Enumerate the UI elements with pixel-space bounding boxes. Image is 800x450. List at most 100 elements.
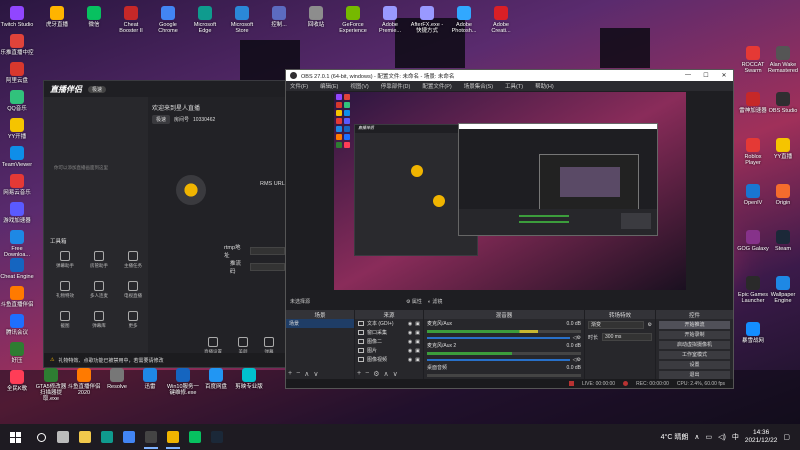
desktop-icon[interactable]: OBS Studio bbox=[766, 92, 800, 114]
visibility-icon[interactable]: ◉ bbox=[408, 357, 412, 363]
rtmp-field[interactable] bbox=[249, 247, 285, 255]
desktop-icon[interactable]: 迅雷 bbox=[133, 368, 167, 390]
desktop-icon[interactable]: 回收站 bbox=[299, 6, 333, 28]
duration-input[interactable]: 300 ms bbox=[602, 333, 652, 341]
up-icon[interactable]: ∧ bbox=[383, 370, 388, 378]
desktop-icon[interactable]: 腾讯会议 bbox=[0, 314, 34, 336]
menu-item[interactable]: 停靠部件(D) bbox=[381, 82, 411, 90]
desktop-icon[interactable]: 微信 bbox=[77, 6, 111, 28]
desktop-icon[interactable]: AfterFX.exe - 快捷方式 bbox=[410, 6, 444, 34]
tool-button[interactable]: 主播任务 bbox=[118, 251, 148, 269]
source-item[interactable]: 图像视频 ◉ ▣ bbox=[355, 355, 423, 364]
desktop-icon[interactable]: Steam bbox=[766, 230, 800, 252]
desktop-icon[interactable]: 游戏加速器 bbox=[0, 202, 34, 224]
ime-label[interactable]: 中 bbox=[732, 432, 739, 442]
desktop-icon[interactable]: Win10服务一键维修.exe bbox=[166, 368, 200, 396]
desktop-icon[interactable]: Free Downloa... bbox=[0, 230, 34, 258]
desktop-icon[interactable]: Adobe Photosh... bbox=[447, 6, 481, 34]
desktop-icon[interactable]: 百度网盘 bbox=[199, 368, 233, 390]
down-icon[interactable]: ∨ bbox=[393, 370, 398, 378]
tool-button[interactable]: 更多 bbox=[118, 311, 148, 329]
control-button[interactable]: 退出 bbox=[659, 371, 730, 379]
desktop-icon[interactable]: Origin bbox=[766, 184, 800, 206]
remove-icon[interactable]: − bbox=[365, 370, 369, 378]
up-icon[interactable]: ∧ bbox=[304, 370, 309, 378]
visibility-icon[interactable]: ◉ bbox=[408, 330, 412, 336]
weather-text[interactable]: 4°C 晴朗 bbox=[661, 432, 689, 442]
desktop-icon[interactable]: 雷神加速器 bbox=[736, 92, 770, 114]
desktop-icon[interactable]: Resolve bbox=[100, 368, 134, 390]
volume-icon[interactable]: ◁) bbox=[718, 433, 726, 441]
menu-item[interactable]: 文件(F) bbox=[290, 82, 308, 90]
clock[interactable]: 14:36 2021/12/22 bbox=[745, 429, 778, 445]
desktop-icon[interactable]: 阿里云盘 bbox=[0, 62, 34, 84]
volume-slider[interactable] bbox=[427, 359, 570, 361]
desktop-icon[interactable]: ROCCAT Swarm bbox=[736, 46, 770, 74]
remove-icon[interactable]: − bbox=[296, 370, 300, 378]
desktop-icon[interactable]: YY直播 bbox=[766, 138, 800, 160]
menu-item[interactable]: 配置文件(P) bbox=[422, 82, 451, 90]
obs-window[interactable]: OBS 27.0.1 (64-bit, windows) - 配置文件: 未命名… bbox=[285, 69, 734, 389]
desktop-icon[interactable]: Roblox Player bbox=[736, 138, 770, 166]
control-button[interactable]: 启动虚拟摄像机 bbox=[659, 341, 730, 349]
desktop-icon[interactable]: Twitch Studio bbox=[0, 6, 34, 28]
tool-button[interactable]: 弹幕助手 bbox=[50, 251, 80, 269]
desktop-icon[interactable]: 全民K歌 bbox=[0, 370, 34, 392]
scene-item[interactable]: 场景 bbox=[286, 319, 354, 328]
chevron-up-icon[interactable]: ∧ bbox=[694, 433, 699, 441]
network-icon[interactable]: ▭ bbox=[705, 433, 712, 441]
control-button[interactable]: 设置 bbox=[659, 361, 730, 369]
obs-preview[interactable]: 直播伴侣 bbox=[334, 92, 686, 290]
tool-button[interactable]: 电视直播 bbox=[118, 281, 148, 299]
desktop-icon[interactable]: Google Chrome bbox=[151, 6, 185, 34]
desktop-icon[interactable]: 暴雪战网 bbox=[736, 322, 770, 344]
camera-source-button[interactable] bbox=[176, 175, 206, 205]
lock-icon[interactable]: ▣ bbox=[415, 330, 420, 336]
lock-icon[interactable]: ▣ bbox=[415, 348, 420, 354]
desktop-icon[interactable]: Cheat Booster II bbox=[114, 6, 148, 34]
desktop-icon[interactable]: Alan Wake Remastered bbox=[766, 46, 800, 74]
taskbar-app-wechat[interactable] bbox=[184, 424, 206, 450]
room-button[interactable]: 极速 bbox=[152, 115, 171, 124]
taskbar-app-obs[interactable] bbox=[140, 424, 162, 450]
desktop-icon[interactable]: 控制... bbox=[262, 6, 296, 28]
settings-icon[interactable]: ⚙ bbox=[373, 370, 379, 378]
lock-icon[interactable]: ▣ bbox=[415, 357, 420, 363]
source-item[interactable]: 图片 ◉ ▣ bbox=[355, 346, 423, 355]
start-button[interactable] bbox=[0, 424, 30, 450]
source-item[interactable]: 图像二 ◉ ▣ bbox=[355, 337, 423, 346]
desktop-icon[interactable]: GTA5修改器 扫描器提取.exe bbox=[34, 368, 68, 402]
desktop-icon[interactable]: 乐推直播中控 bbox=[0, 34, 34, 56]
tool-button[interactable]: 礼物特效 bbox=[50, 281, 80, 299]
visibility-icon[interactable]: ◉ bbox=[408, 321, 412, 327]
close-icon[interactable]: ✕ bbox=[715, 72, 733, 79]
taskbar-app-explorer[interactable] bbox=[74, 424, 96, 450]
menu-item[interactable]: 工具(T) bbox=[505, 82, 523, 90]
desktop-icon[interactable]: YY开播 bbox=[0, 118, 34, 140]
desktop-icon[interactable]: Microsoft Store bbox=[225, 6, 259, 34]
visibility-icon[interactable]: ◉ bbox=[408, 339, 412, 345]
desktop-icon[interactable]: Adobe Premie... bbox=[373, 6, 407, 34]
add-icon[interactable]: + bbox=[288, 370, 292, 378]
live-app-window[interactable]: 直播伴侣 极速 你可以添加直播画面到这里 工具箱 弹幕助手 房管助手 主播任务 礼物特… bbox=[43, 80, 286, 368]
desktop-icon[interactable]: TeamViewer bbox=[0, 146, 34, 168]
taskbar-app-task-view[interactable] bbox=[52, 424, 74, 450]
desktop-icon[interactable]: Epic Games Launcher bbox=[736, 276, 770, 304]
desktop-icon[interactable]: Wallpaper Engine bbox=[766, 276, 800, 304]
desktop-icon[interactable]: OpenIV bbox=[736, 184, 770, 206]
control-button[interactable]: 工作室模式 bbox=[659, 351, 730, 359]
properties-button[interactable]: ⚙ 属性 bbox=[406, 298, 422, 305]
lock-icon[interactable]: ▣ bbox=[415, 321, 420, 327]
desktop-icon[interactable]: QQ音乐 bbox=[0, 90, 34, 112]
maximize-icon[interactable]: ☐ bbox=[697, 72, 715, 79]
settings-icon[interactable]: ⚙ bbox=[577, 357, 581, 363]
taskbar-app-live-app[interactable] bbox=[162, 424, 184, 450]
minimize-icon[interactable]: — bbox=[679, 72, 697, 79]
control-button[interactable]: 开始录制 bbox=[659, 331, 730, 339]
tool-button[interactable]: 弹幕库 bbox=[84, 311, 114, 329]
transition-select[interactable]: 渐变 bbox=[588, 321, 644, 329]
source-item[interactable]: 文本 (GDI+) ◉ ▣ bbox=[355, 319, 423, 328]
down-icon[interactable]: ∨ bbox=[313, 370, 318, 378]
menu-item[interactable]: 编辑(E) bbox=[320, 82, 338, 90]
desktop-icon[interactable]: 斗鱼直播伴侣 bbox=[0, 286, 34, 308]
